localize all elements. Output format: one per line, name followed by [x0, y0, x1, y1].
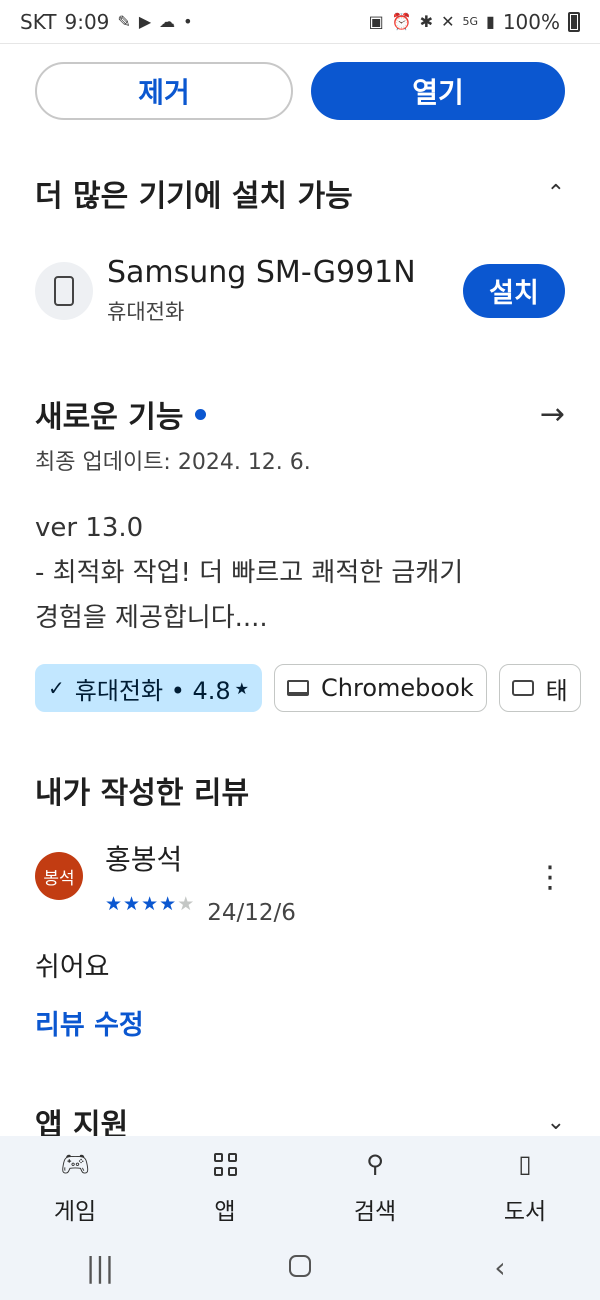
more-devices-title: 더 많은 기기에 설치 가능	[35, 179, 353, 214]
chip-tablet-label: 태	[545, 676, 568, 705]
battery-percent: 100%	[502, 9, 560, 34]
review-meta: ★★★★★ 24/12/6	[105, 882, 535, 926]
chip-tablet[interactable]: 태	[498, 664, 581, 712]
review-author: 홍봉석	[105, 843, 183, 876]
cloud-icon: ☁	[159, 12, 176, 31]
carrier-label: SKT	[20, 9, 57, 34]
star-icon: ★	[234, 678, 250, 698]
nav-games[interactable]: 🎮︎ 게임	[20, 1146, 130, 1226]
check-icon: ✓	[48, 676, 65, 700]
release-notes-line: - 최적화 작업! 더 빠르고 쾌적한 금캐기	[35, 558, 464, 588]
whats-new-header[interactable]: 새로운 기능 →	[35, 392, 565, 436]
battery-icon	[568, 11, 580, 32]
system-navigation: ||| ‹	[0, 1234, 600, 1300]
release-notes: ver 13.0 - 최적화 작업! 더 빠르고 쾌적한 금캐기 경험을 제공합…	[35, 506, 565, 641]
star-filled-icon: ★	[159, 893, 178, 915]
review-item: 봉석 홍봉석 ★★★★★ 24/12/6 ⋮	[35, 838, 565, 926]
star-empty-icon: ★	[177, 893, 196, 915]
whats-new-title-wrap: 새로운 기능	[35, 392, 207, 436]
device-name: Samsung SM-G991N	[107, 255, 416, 290]
remove-button[interactable]: 제거	[35, 62, 293, 120]
nav-books[interactable]: ▯ 도서	[470, 1146, 580, 1226]
star-rating: ★★★★★	[105, 893, 195, 915]
nfc-icon: ▣	[368, 12, 384, 31]
chevron-up-icon[interactable]: ⌃	[547, 181, 565, 206]
edit-review-link[interactable]: 리뷰 수정	[35, 1003, 144, 1042]
nav-search[interactable]: ⚲ 검색	[320, 1146, 430, 1226]
youtube-icon: ▶	[138, 12, 152, 31]
signal-icon: ▮	[486, 12, 495, 31]
arrow-right-icon[interactable]: →	[540, 397, 565, 432]
status-left: SKT 9:09 ✎ ▶ ☁ •	[20, 10, 193, 34]
my-review-title: 내가 작성한 리뷰	[35, 776, 250, 811]
status-right: ▣ ⏰ ✱ ✕ 5G ▮ 100%	[369, 10, 580, 34]
status-bar: SKT 9:09 ✎ ▶ ☁ • ▣ ⏰ ✱ ✕ 5G ▮ 100%	[0, 0, 600, 44]
action-buttons: 제거 열기	[35, 62, 565, 120]
recent-apps-icon[interactable]: |||	[70, 1251, 130, 1284]
review-main: 홍봉석 ★★★★★ 24/12/6	[105, 838, 535, 926]
chip-chromebook-label: Chromebook	[321, 674, 474, 702]
home-icon[interactable]	[270, 1251, 330, 1284]
more-devices-header[interactable]: 더 많은 기기에 설치 가능 ⌃	[35, 168, 565, 218]
chip-phone-label: 휴대전화 • 4.8	[74, 676, 231, 705]
bottom-navigation: 🎮︎ 게임 앱 ⚲ 검색 ▯ 도서	[0, 1136, 600, 1234]
gamepad-icon: 🎮︎	[59, 1150, 91, 1178]
nav-books-label: 도서	[503, 1199, 547, 1225]
nav-games-label: 게임	[53, 1199, 97, 1225]
review-text: 쉬어요	[35, 952, 110, 983]
back-icon[interactable]: ‹	[470, 1251, 530, 1284]
nav-apps[interactable]: 앱	[170, 1146, 280, 1226]
release-notes-line: 경험을 제공합니다....	[35, 603, 268, 633]
device-row: Samsung SM-G991N 휴대전화 설치	[35, 255, 565, 326]
notification-icon: ✎	[117, 12, 131, 31]
last-updated: 최종 업데이트: 2024. 12. 6.	[35, 450, 311, 475]
avatar: 봉석	[35, 852, 83, 900]
star-filled-icon: ★	[123, 893, 142, 915]
device-filter-chips: ✓ 휴대전화 • 4.8 ★ Chromebook 태	[35, 664, 600, 712]
chip-phone[interactable]: ✓ 휴대전화 • 4.8 ★	[35, 664, 263, 712]
laptop-icon	[287, 680, 310, 696]
phone-icon	[35, 261, 93, 320]
network-type: 5G	[462, 15, 478, 28]
dot-icon: •	[183, 12, 193, 31]
chevron-down-icon[interactable]: ⌄	[547, 1110, 565, 1135]
mute-icon: ✕	[441, 12, 455, 31]
device-type: 휴대전화	[107, 300, 185, 324]
release-notes-line: ver 13.0	[35, 513, 144, 543]
more-options-icon[interactable]: ⋮	[535, 860, 565, 926]
star-filled-icon: ★	[105, 893, 124, 915]
open-button[interactable]: 열기	[311, 62, 565, 120]
new-indicator-dot	[195, 408, 207, 420]
book-icon: ▯	[518, 1150, 532, 1178]
clock: 9:09	[64, 9, 110, 34]
search-icon: ⚲	[366, 1150, 384, 1178]
tablet-icon	[511, 680, 534, 696]
whats-new-section: 새로운 기능 → 최종 업데이트: 2024. 12. 6. ver 13.0 …	[35, 392, 565, 641]
bluetooth-icon: ✱	[419, 12, 434, 31]
apps-grid-icon	[213, 1146, 237, 1182]
star-filled-icon: ★	[141, 893, 160, 915]
chip-chromebook[interactable]: Chromebook	[274, 664, 487, 712]
nav-search-label: 검색	[353, 1199, 397, 1225]
alarm-icon: ⏰	[391, 12, 412, 31]
install-button[interactable]: 설치	[463, 263, 565, 318]
whats-new-title: 새로운 기능	[35, 400, 184, 435]
device-info: Samsung SM-G991N 휴대전화	[107, 255, 463, 326]
nav-apps-label: 앱	[214, 1199, 236, 1225]
review-date: 24/12/6	[207, 900, 296, 926]
